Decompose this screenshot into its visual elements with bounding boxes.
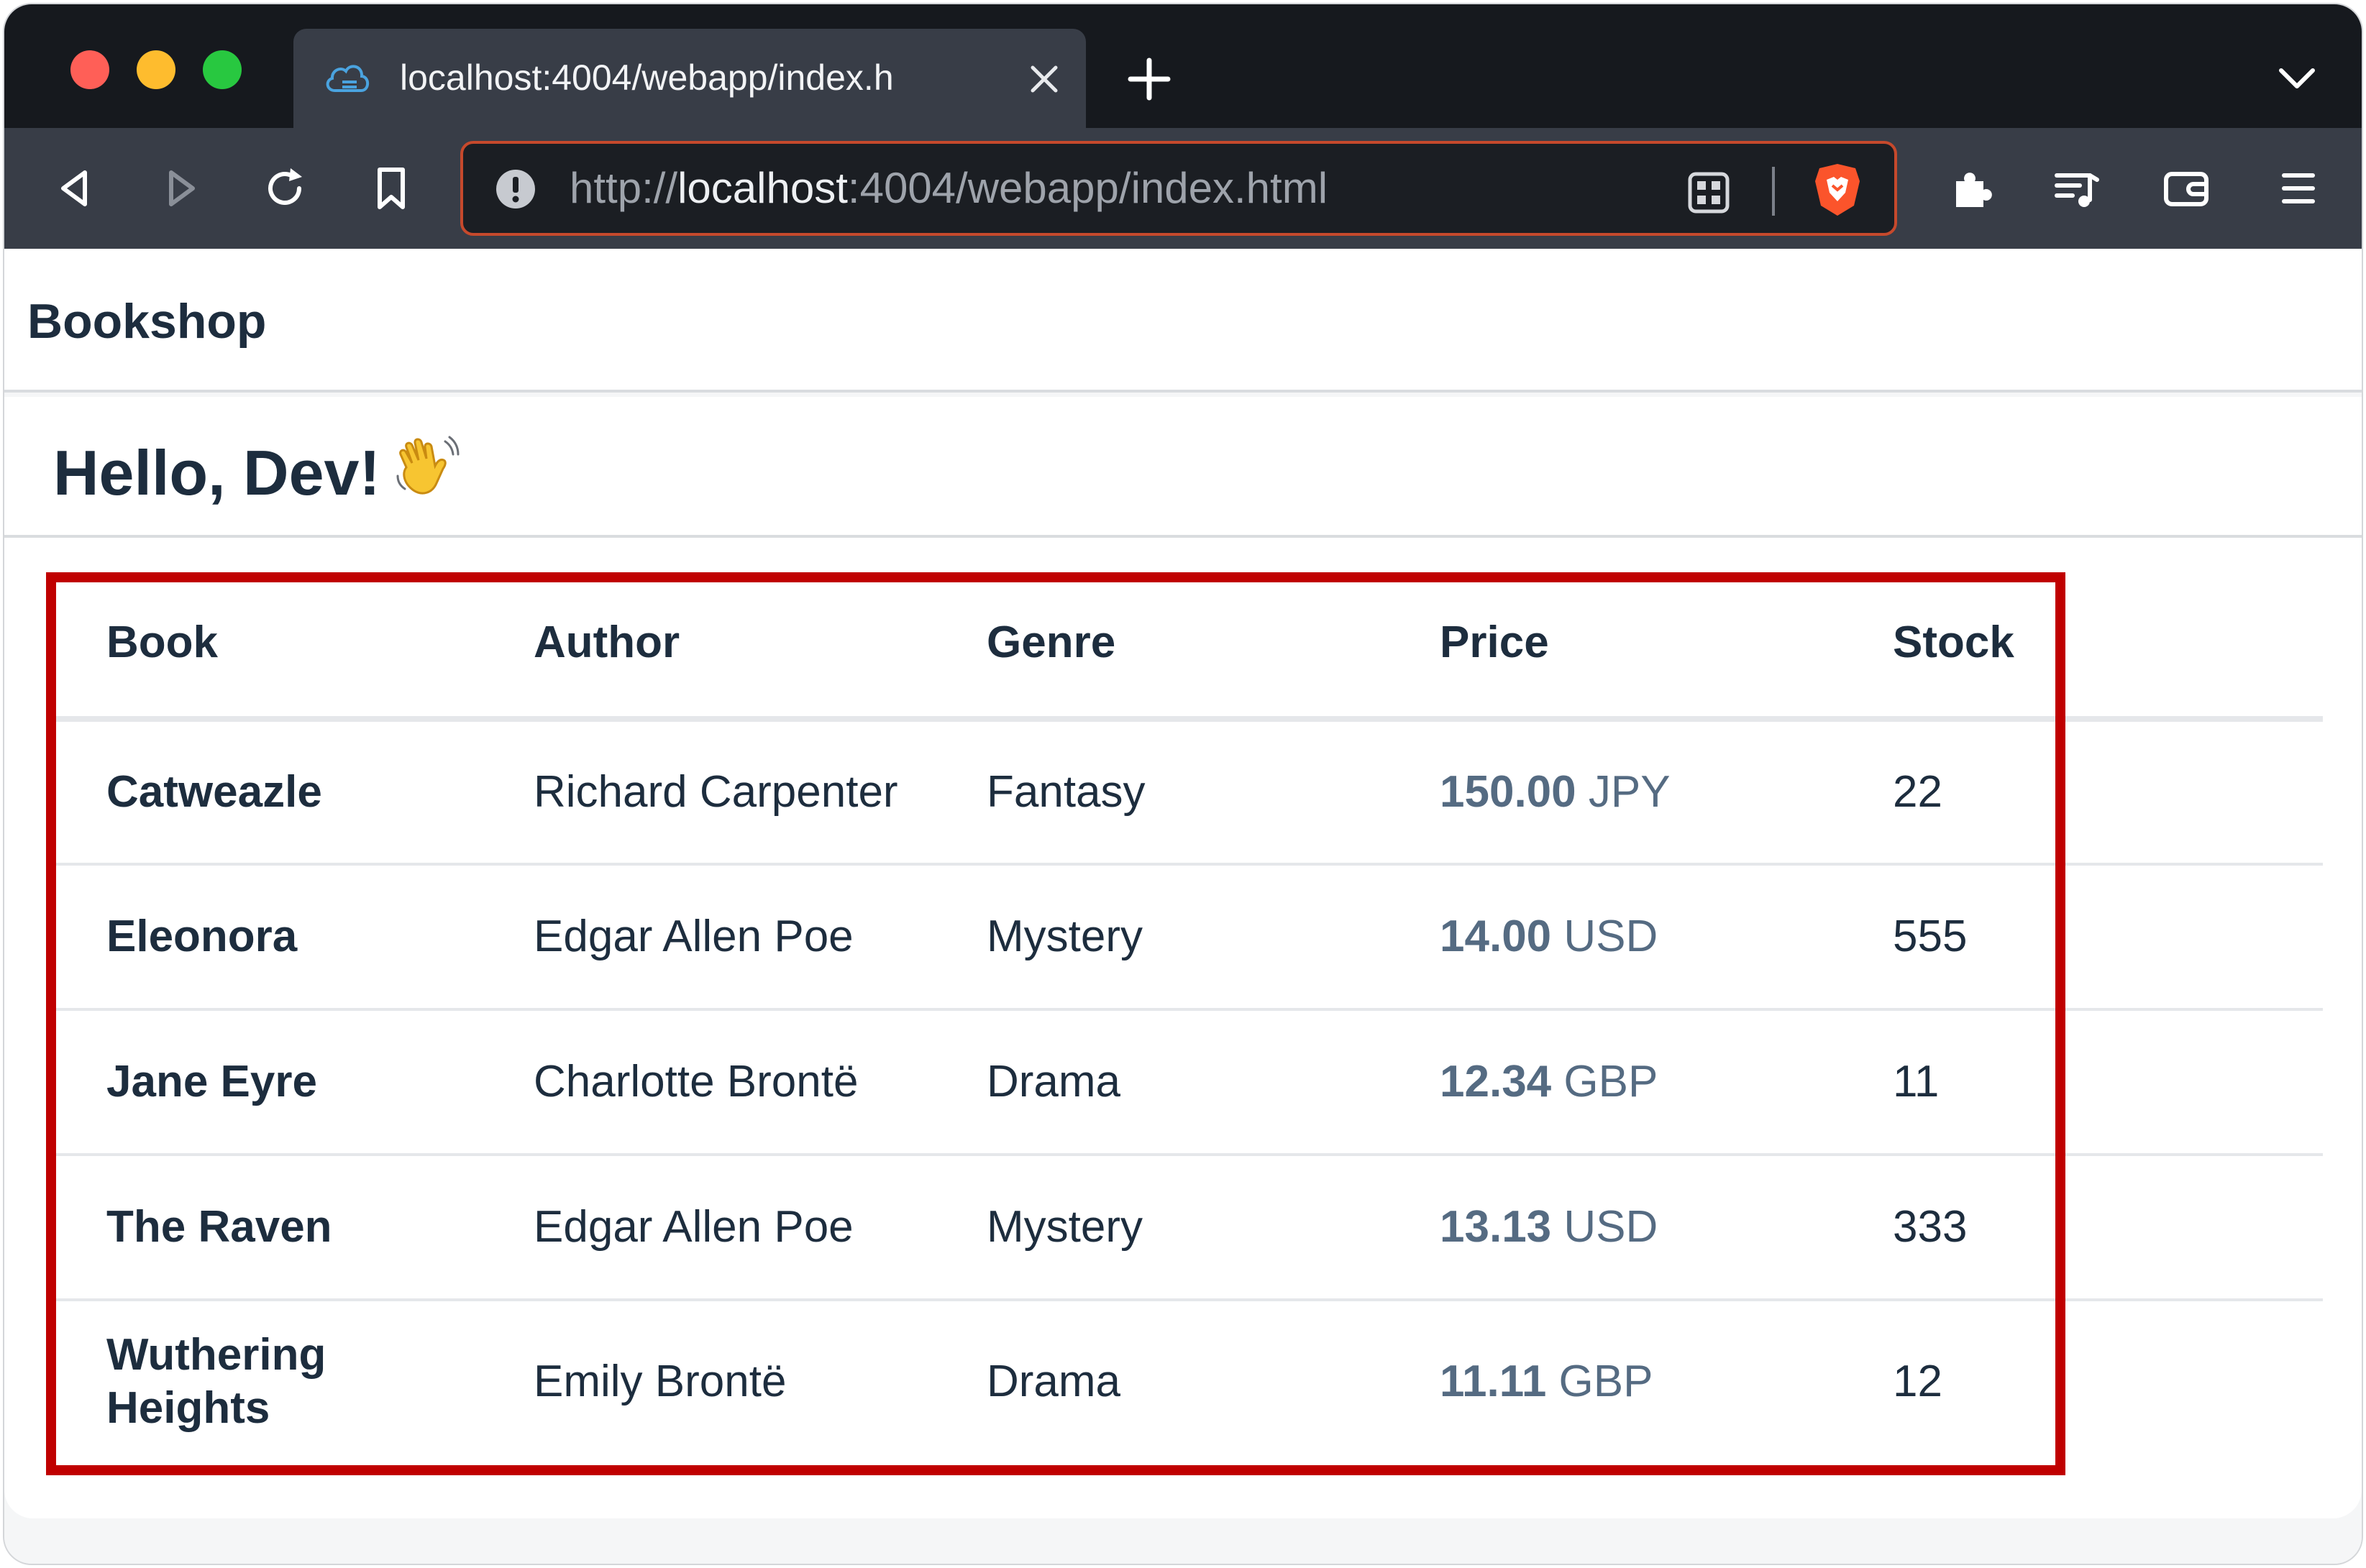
browser-tab[interactable]: localhost:4004/webapp/index.h [293,29,1086,128]
cell-genre: Mystery [933,1155,1387,1301]
cell-genre: Drama [933,1009,1387,1156]
cell-book: Eleonora [53,864,480,1011]
column-header-genre[interactable]: Genre [933,568,1387,722]
back-icon[interactable] [50,162,102,214]
maximize-window-button[interactable] [203,50,242,89]
app-title: Bookshop [27,294,267,349]
waving-hand-icon [396,436,460,495]
address-bar-divider [1772,167,1775,216]
price-value: 150.00 [1440,767,1576,817]
qr-code-icon[interactable] [1686,170,1732,216]
content-area: Hello, Dev! Book Author Genre Price Stoc… [4,397,2362,1518]
menu-icon[interactable] [2273,162,2324,214]
cell-book: Catweazle [53,719,480,866]
table-header-row: Book Author Genre Price Stock [53,568,2323,722]
table-row[interactable]: Catweazle Richard Carpenter Fantasy 150.… [53,719,2323,866]
cell-price: 150.00 JPY [1387,719,1840,866]
tab-strip: localhost:4004/webapp/index.h [4,4,2362,128]
books-table-container: Book Author Genre Price Stock Catweazle … [53,568,2323,1462]
address-bar[interactable]: http://localhost:4004/webapp/index.html [460,141,1897,236]
cell-stock: 555 [1840,864,2323,1011]
price-currency: USD [1563,1202,1658,1252]
new-tab-icon[interactable] [1126,56,1172,102]
cell-stock: 333 [1840,1155,2323,1301]
price-currency: GBP [1558,1357,1653,1406]
url-scheme: http:// [570,164,678,212]
url-host: localhost [677,164,848,212]
column-header-stock[interactable]: Stock [1840,568,2323,722]
cell-author: Richard Carpenter [480,719,933,866]
minimize-window-button[interactable] [137,50,175,89]
brave-shields-icon[interactable] [1812,161,1863,219]
cell-stock: 12 [1893,1357,1942,1406]
cell-genre: Drama [987,1357,1121,1406]
cell-author: Emily Brontë [534,1357,787,1406]
page-header: Hello, Dev! [4,397,2362,538]
url-text[interactable]: http://localhost:4004/webapp/index.html [570,160,1328,217]
bookmark-icon[interactable] [365,162,417,214]
cell-price: 12.34 GBP [1387,1009,1840,1156]
cell-stock: 11 [1840,1009,2323,1156]
reload-icon[interactable] [259,162,311,214]
price-value: 13.13 [1440,1202,1552,1252]
page-title: Hello, Dev! [53,433,461,513]
cell-price: 14.00 USD [1387,864,1840,1011]
close-tab-icon[interactable] [1026,60,1063,98]
close-window-button[interactable] [70,50,109,89]
cell-author: Charlotte Brontë [480,1009,933,1156]
tab-title: localhost:4004/webapp/index.h [400,58,894,98]
info-icon[interactable] [495,168,536,210]
table-row[interactable]: Eleonora Edgar Allen Poe Mystery 14.00 U… [53,864,2323,1011]
cell-author: Edgar Allen Poe [480,1155,933,1301]
column-header-price[interactable]: Price [1387,568,1840,722]
cell-price: 11.11 GBP [1387,1300,1840,1462]
cell-book: Jane Eyre [53,1009,480,1156]
web-page: Bookshop Hello, Dev! Book Author Genre P… [4,249,2362,1564]
cloud-favicon-icon [326,65,370,92]
greeting-text: Hello, Dev! [53,437,380,508]
cell-genre: Fantasy [933,719,1387,866]
cell-price: 13.13 USD [1387,1155,1840,1301]
column-header-author[interactable]: Author [480,568,933,722]
table-row[interactable]: Wuthering Heights Emily Brontë Drama 11.… [53,1300,2323,1462]
url-path: :4004/webapp/index.html [847,164,1328,212]
browser-toolbar: http://localhost:4004/webapp/index.html [4,128,2362,249]
cell-book: Wuthering Heights [106,1330,326,1433]
price-currency: GBP [1563,1057,1658,1106]
shell-bar: Bookshop [4,249,2362,393]
books-table: Book Author Genre Price Stock Catweazle … [53,568,2323,1462]
playlist-icon[interactable] [2051,162,2103,214]
cell-genre: Mystery [933,864,1387,1011]
browser-window: localhost:4004/webapp/index.h http://loc… [3,3,2363,1565]
price-value: 12.34 [1440,1057,1552,1106]
table-row[interactable]: Jane Eyre Charlotte Brontë Drama 12.34 G… [53,1009,2323,1156]
price-currency: USD [1563,912,1658,961]
chevron-down-icon[interactable] [2277,65,2317,93]
extensions-icon[interactable] [1946,162,1998,214]
price-value: 11.11 [1440,1357,1547,1406]
price-value: 14.00 [1440,912,1552,961]
forward-icon[interactable] [154,162,206,214]
column-header-book[interactable]: Book [53,568,480,722]
price-currency: JPY [1588,767,1671,817]
cell-author: Edgar Allen Poe [480,864,933,1011]
table-row[interactable]: The Raven Edgar Allen Poe Mystery 13.13 … [53,1155,2323,1301]
cell-stock: 22 [1840,719,2323,866]
wallet-icon[interactable] [2160,162,2212,214]
cell-book: The Raven [53,1155,480,1301]
